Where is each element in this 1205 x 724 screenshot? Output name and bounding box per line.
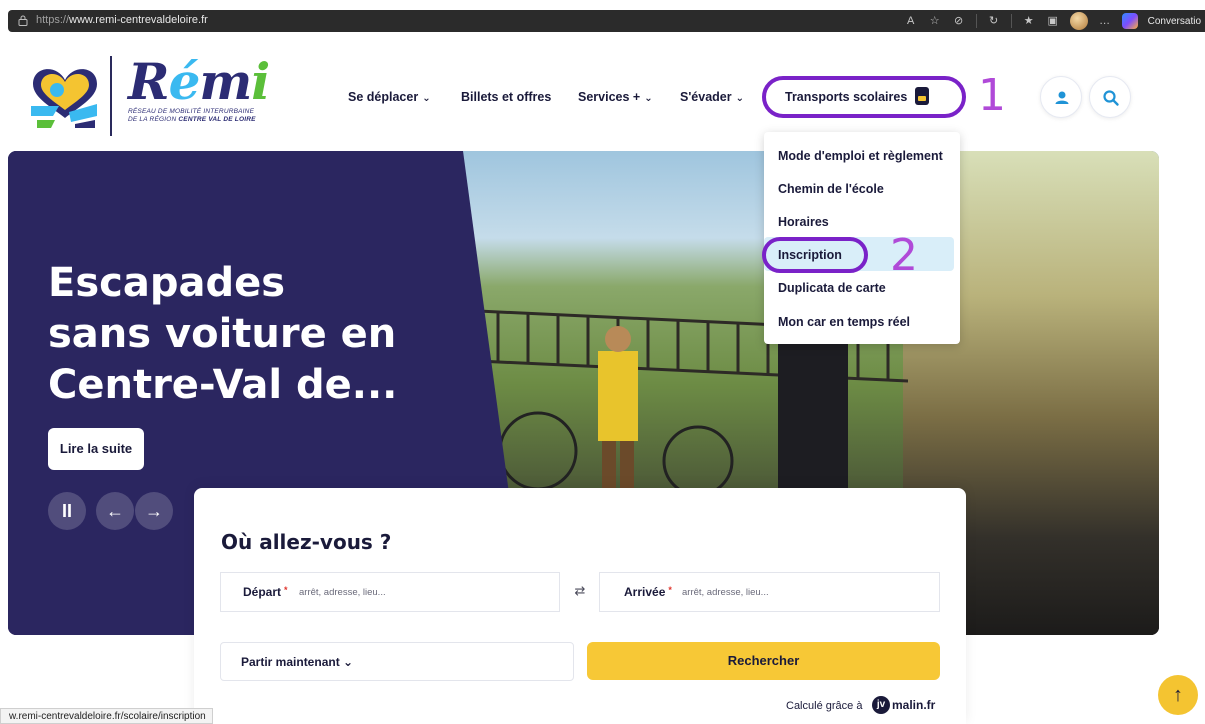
link-status-bar: w.remi-centrevaldeloire.fr/scolaire/insc… (0, 708, 213, 724)
nav-billets-et-offres[interactable]: Billets et offres (461, 90, 551, 104)
read-aloud-icon[interactable]: A (904, 14, 918, 28)
search-button[interactable] (1089, 76, 1131, 118)
favorites-icon[interactable]: ★ (1022, 14, 1036, 28)
menu-item-chemin-de-l-ecole[interactable]: Chemin de l'école (778, 182, 884, 196)
arrival-label: Arrivée * (624, 585, 672, 599)
account-button[interactable] (1040, 76, 1082, 118)
pause-button[interactable]: II (48, 492, 86, 530)
swap-icon[interactable]: ⇄ (572, 583, 588, 599)
hero-title: Escapades sans voiture en Centre-Val de.… (48, 260, 398, 408)
toolbar-divider (1010, 14, 1012, 28)
departure-placeholder: arrêt, adresse, lieu... (299, 587, 386, 598)
tracking-prevention-icon[interactable]: ⊘ (952, 14, 966, 28)
nav-services[interactable]: Services + ⌄ (578, 90, 653, 104)
jvmalin-icon: jv (872, 696, 890, 714)
search-icon (1103, 90, 1119, 106)
annotation-number-2: 2 (890, 230, 918, 281)
collections-icon[interactable]: ▣ (1046, 14, 1060, 28)
menu-item-duplicata-de-carte[interactable]: Duplicata de carte (778, 281, 886, 295)
departure-time-label: Partir maintenant ⌄ (241, 655, 354, 669)
profile-avatar[interactable] (1069, 12, 1088, 30)
menu-item-mon-car-en-temps-reel[interactable]: Mon car en temps réel (778, 315, 910, 329)
departure-field[interactable]: Départ * arrêt, adresse, lieu... (220, 572, 560, 612)
search-title: Où allez-vous ? (221, 530, 392, 554)
more-menu-icon[interactable]: … (1098, 14, 1112, 28)
powered-by-text: Calculé grâce à (786, 700, 863, 712)
logo-separator (110, 56, 112, 136)
address-bar[interactable]: https://www.remi-centrevaldeloire.fr A ☆… (8, 10, 1205, 32)
jvmalin-logo[interactable]: jv malin.fr (872, 696, 938, 716)
nav-se-deplacer[interactable]: Se déplacer ⌄ (348, 90, 431, 104)
menu-item-mode-d-emploi[interactable]: Mode d'emploi et règlement (778, 149, 943, 163)
arrival-field[interactable]: Arrivée * arrêt, adresse, lieu... (599, 572, 940, 612)
user-icon (1055, 91, 1069, 104)
remi-wordmark[interactable]: Rémi (128, 52, 270, 111)
browser-toolbar: https://www.remi-centrevaldeloire.fr A ☆… (0, 0, 1205, 40)
previous-slide-button[interactable]: ← (96, 492, 134, 530)
menu-item-horaires[interactable]: Horaires (778, 215, 829, 229)
url-text[interactable]: https://www.remi-centrevaldeloire.fr (36, 14, 208, 26)
annotation-circle-2 (762, 237, 868, 273)
lock-icon (18, 15, 28, 26)
remi-logo-icon[interactable] (27, 60, 103, 130)
chevron-down-icon: ⌄ (343, 655, 354, 669)
copilot-icon[interactable] (1121, 13, 1138, 29)
back-to-top-button[interactable]: ↑ (1158, 675, 1198, 715)
next-slide-button[interactable]: → (135, 492, 173, 530)
arrival-placeholder: arrêt, adresse, lieu... (682, 587, 769, 598)
annotation-circle-1 (762, 76, 966, 118)
toolbar-divider (975, 14, 977, 28)
chevron-down-icon: ⌄ (644, 93, 653, 104)
logo-tagline: RÉSEAU DE MOBILITÉ INTERURBAINE DE LA RÉ… (128, 108, 256, 123)
annotation-number-1: 1 (978, 70, 1006, 121)
favorite-star-icon[interactable]: ☆ (928, 14, 942, 28)
chevron-down-icon: ⌄ (735, 93, 745, 104)
refresh-icon[interactable]: ↻ (987, 14, 1001, 28)
departure-label: Départ * (243, 585, 288, 599)
search-submit-button[interactable]: Rechercher (587, 642, 940, 680)
departure-time-select[interactable]: Partir maintenant ⌄ (220, 642, 574, 681)
read-more-button[interactable]: Lire la suite (48, 428, 144, 470)
chevron-down-icon: ⌄ (422, 93, 431, 104)
nav-s-evader[interactable]: S'évader ⌄ (680, 90, 744, 104)
copilot-conversation-label[interactable]: Conversatio (1148, 16, 1201, 27)
